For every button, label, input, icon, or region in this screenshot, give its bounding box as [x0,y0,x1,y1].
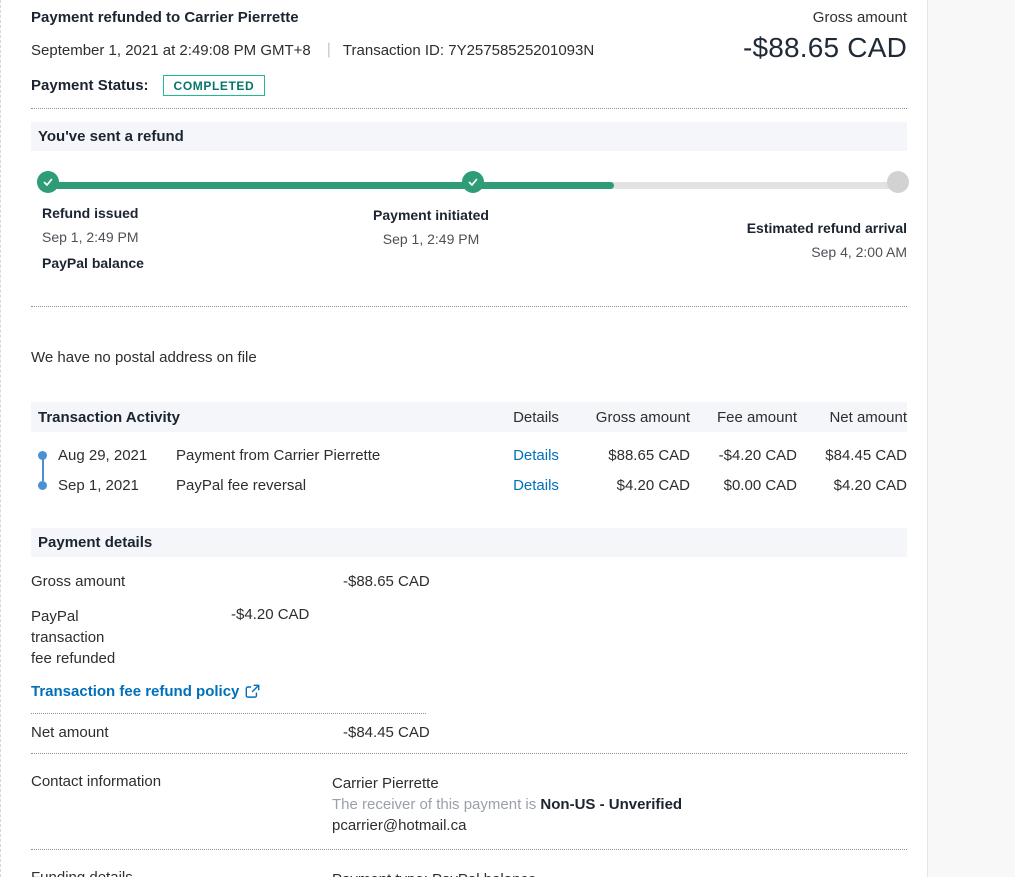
activity-date: Sep 1, 2021 [58,476,139,494]
timeline-dot-icon [38,480,47,490]
divider: | [326,41,331,58]
step-time: Sep 1, 2:49 PM [42,229,139,245]
timeline-connector [41,459,44,481]
transaction-header: Payment refunded to Carrier Pierrette Se… [31,0,907,96]
gross-amount-row: Gross amount -$88.65 CAD [31,573,907,590]
tracker-step-payment-initiated: Payment initiated Sep 1, 2:49 PM [373,203,489,251]
contact-name: Carrier Pierrette [332,775,439,792]
separator [31,108,907,109]
transaction-header-right: Gross amount -$88.65 CAD [743,9,907,96]
separator [31,713,426,714]
transaction-id: Transaction ID: 7Y25758525201093N [342,41,595,59]
transaction-date: September 1, 2021 at 2:49:08 PM GMT+8 [31,41,311,59]
separator [31,753,907,754]
step-label: Payment initiated [373,207,489,223]
contact-information-row: Contact information Carrier Pierrette Th… [31,773,907,836]
activity-description: Payment from Carrier Pierrette [176,446,381,464]
tracker-progress-fill [38,182,614,189]
separator [31,306,907,307]
activity-gross: $4.20 CAD [616,476,690,494]
step-complete-icon [37,171,59,193]
contact-email: pcarrier@hotmail.ca [332,817,467,834]
step-label: Estimated refund arrival [746,220,907,236]
funding-details-label: Funding details [31,869,332,877]
activity-net: $84.45 CAD [825,446,907,464]
step-label: Refund issued [42,205,139,221]
transaction-detail-panel: Payment refunded to Carrier Pierrette Se… [0,0,928,877]
payment-type: Payment type: PayPal balance [332,869,658,877]
table-row: Sep 1, 2021 PayPal fee reversal Details … [31,470,907,500]
activity-fee: -$4.20 CAD [718,446,797,464]
check-icon [43,178,53,186]
table-row: Aug 29, 2021 Payment from Carrier Pierre… [31,440,907,470]
transaction-activity-section: Transaction Activity Details Gross amoun… [31,402,907,500]
check-icon [468,178,478,186]
payment-status-label: Payment Status: [31,77,149,94]
row-label: PayPal transaction fee refunded [31,608,116,667]
gross-amount-label: Gross amount [812,9,907,26]
date-line: September 1, 2021 at 2:49:08 PM GMT+8 | … [31,41,594,59]
payment-details-section: Payment details Gross amount -$88.65 CAD… [31,528,907,877]
column-header-fee: Fee amount [716,408,797,426]
step-time: Sep 4, 2:00 AM [811,244,907,260]
refund-tracker-title: You've sent a refund [31,122,907,151]
external-link-icon [246,684,260,698]
transaction-header-left: Payment refunded to Carrier Pierrette Se… [31,9,594,96]
receiver-status-line: The receiver of this payment is Non-US -… [332,794,682,815]
page-title: Payment refunded to Carrier Pierrette [31,9,299,26]
activity-header-row: Transaction Activity Details Gross amoun… [31,402,907,432]
activity-description: PayPal fee reversal [176,476,307,494]
step-method: PayPal balance [42,255,144,271]
funding-details-row: Funding details Payment type: PayPal bal… [31,869,907,877]
row-value: -$4.20 CAD [231,606,310,623]
gross-amount-value: -$88.65 CAD [742,32,907,63]
contact-information-label: Contact information [31,773,162,790]
activity-date: Aug 29, 2021 [58,446,148,464]
status-badge: COMPLETED [162,75,266,96]
activity-rows: Aug 29, 2021 Payment from Carrier Pierre… [31,440,907,500]
transaction-fee-row: PayPal transaction fee refunded -$4.20 C… [31,606,907,669]
step-pending-icon [887,171,909,193]
activity-gross: $88.65 CAD [608,446,690,464]
row-label: Gross amount [31,573,126,590]
transaction-fee-refund-policy-link[interactable]: Transaction fee refund policy [31,683,239,700]
contact-information-value: Carrier Pierrette The receiver of this p… [332,773,682,836]
activity-fee: $0.00 CAD [723,476,797,494]
net-amount-row: Net amount -$84.45 CAD [31,724,907,741]
tracker-step-estimated-arrival: Estimated refund arrival Sep 4, 2:00 AM [747,216,907,264]
separator [31,849,907,850]
step-complete-icon [462,171,484,193]
row-label: Net amount [31,724,109,741]
column-header-net: Net amount [829,408,907,426]
details-link[interactable]: Details [513,477,559,494]
activity-title: Transaction Activity [38,408,180,426]
refund-tracker: Refund issued Sep 1, 2:49 PM PayPal bala… [31,151,909,306]
details-link[interactable]: Details [513,447,559,464]
fee-policy-row: Transaction fee refund policy [31,683,907,700]
activity-net: $4.20 CAD [833,476,907,494]
funding-details-value: Payment type: PayPal balance Payment met… [332,869,658,877]
payment-status-line: Payment Status: COMPLETED [31,75,594,96]
postal-address-note: We have no postal address on file [31,349,257,366]
receiver-status: Non-US - Unverified [540,796,683,813]
column-header-details: Details [513,408,559,426]
receiver-prefix: The receiver of this payment is [332,796,541,813]
step-time: Sep 1, 2:49 PM [382,231,480,247]
row-value: -$88.65 CAD [343,573,430,590]
row-value: -$84.45 CAD [343,724,430,741]
payment-details-title: Payment details [31,528,907,557]
tracker-step-refund-issued: Refund issued Sep 1, 2:49 PM PayPal bala… [42,201,144,275]
column-header-gross: Gross amount [595,408,690,426]
